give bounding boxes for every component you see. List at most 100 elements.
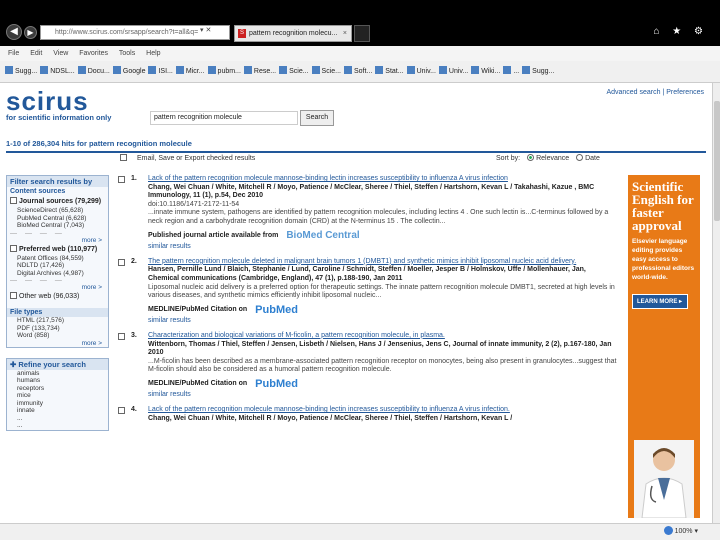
source-item[interactable]: NDLTD (17,426) — [7, 262, 108, 270]
tab-title: pattern recognition molecu... — [249, 30, 338, 37]
refine-item[interactable]: ... — [7, 422, 108, 430]
source-item[interactable]: BioMed Central (7,043) — [7, 222, 108, 230]
similar-results-link[interactable]: similar results — [148, 317, 618, 326]
result-title[interactable]: The pattern recognition molecule deleted… — [148, 258, 618, 267]
forward-button[interactable]: ▶ — [24, 26, 37, 39]
search-input[interactable]: pattern recognition molecule — [150, 111, 298, 125]
favorite-item[interactable]: Soft... — [344, 61, 372, 82]
favorite-icon — [522, 66, 531, 74]
zoom-control[interactable]: 100% ▾ — [663, 524, 698, 540]
refine-item[interactable]: innate — [7, 407, 108, 415]
pubmed-logo[interactable]: PubMed — [255, 304, 298, 315]
menu-view[interactable]: View — [53, 50, 68, 57]
favorite-icon — [77, 66, 86, 74]
favorite-item[interactable]: Wiki... — [471, 61, 500, 82]
favorite-item[interactable]: ISI... — [148, 61, 173, 82]
favorite-label: Scie... — [289, 68, 309, 75]
source-item[interactable]: ScienceDirect (65,628) — [7, 207, 108, 215]
favorite-item[interactable]: Sugg... — [522, 61, 555, 82]
refine-item[interactable]: ... — [7, 415, 108, 423]
favorite-item[interactable]: pubm... — [207, 61, 241, 82]
more-link[interactable]: more > — [7, 340, 108, 347]
result-checkbox[interactable] — [118, 407, 125, 415]
favorite-item[interactable]: Rese... — [243, 61, 276, 82]
refine-item[interactable]: animals — [7, 370, 108, 378]
other-web-filter[interactable]: Other web (96,033) — [7, 291, 108, 302]
result-checkbox[interactable] — [118, 332, 125, 340]
biomed-central-logo[interactable]: BioMed Central — [286, 230, 359, 241]
result-checkbox[interactable] — [118, 258, 125, 266]
learn-more-button[interactable]: LEARN MORE ▸ — [632, 294, 688, 309]
source-item[interactable]: Digital Archives (4,987) — [7, 270, 108, 278]
menu-tools[interactable]: Tools — [119, 50, 135, 57]
favorite-item[interactable]: Stat... — [375, 61, 404, 82]
back-button[interactable]: ◀ — [6, 24, 22, 40]
favorite-icon — [112, 66, 121, 74]
close-tab-icon[interactable]: × — [343, 26, 347, 41]
favorite-icon — [471, 66, 480, 74]
result-item: 2. The pattern recognition molecule dele… — [118, 258, 618, 326]
other-web-checkbox[interactable] — [10, 292, 17, 299]
advertisement-banner[interactable]: Scientific English for faster approval E… — [628, 175, 700, 518]
favorite-item[interactable]: Google — [112, 61, 145, 82]
similar-results-link[interactable]: similar results — [148, 243, 618, 252]
divider: — — — — — [10, 277, 65, 284]
sort-relevance-radio[interactable] — [527, 154, 535, 161]
vertical-scrollbar[interactable] — [712, 83, 720, 523]
more-link[interactable]: more > — [7, 284, 108, 291]
favorite-item[interactable]: Scie... — [279, 61, 309, 82]
file-type-item[interactable]: HTML (217,576) — [7, 317, 108, 325]
favorite-label: Micr... — [185, 68, 205, 75]
menu-file[interactable]: File — [8, 50, 19, 57]
refine-item[interactable]: receptors — [7, 385, 108, 393]
sort-date-radio[interactable] — [576, 154, 584, 161]
favorite-label: Sugg... — [532, 68, 555, 75]
doctor-illustration-icon — [634, 440, 694, 518]
home-favorites-settings-icons[interactable]: ⌂ ★ ⚙ — [653, 26, 708, 37]
favorite-item[interactable]: NDSL... — [40, 61, 75, 82]
result-title[interactable]: Lack of the pattern recognition molecule… — [148, 175, 618, 184]
refine-item[interactable]: immunity — [7, 400, 108, 408]
favorite-icon — [311, 66, 320, 74]
source-item[interactable]: Patent Offices (84,559) — [7, 255, 108, 263]
similar-results-link[interactable]: similar results — [148, 391, 618, 400]
preferred-web-filter[interactable]: Preferred web (110,977) — [7, 244, 108, 255]
pubmed-logo[interactable]: PubMed — [255, 378, 298, 389]
favorite-item[interactable]: Scie... — [311, 61, 341, 82]
favorite-item[interactable]: Univ... — [438, 61, 468, 82]
scirus-logo[interactable]: scirus for scientific information only — [6, 88, 111, 122]
select-all-checkbox[interactable] — [120, 154, 127, 161]
result-title[interactable]: Lack of the pattern recognition molecule… — [148, 406, 618, 415]
menu-help[interactable]: Help — [146, 50, 160, 57]
refine-item[interactable]: humans — [7, 377, 108, 385]
result-item: 3. Characterization and biological varia… — [118, 332, 618, 400]
scrollbar-thumb[interactable] — [714, 101, 720, 221]
preferences-link[interactable]: Preferences — [666, 89, 704, 96]
more-link[interactable]: more > — [7, 237, 108, 244]
advanced-search-link[interactable]: Advanced search — [606, 89, 660, 96]
search-button[interactable]: Search — [300, 110, 334, 126]
favorite-icon — [40, 66, 49, 74]
refine-title-text: Refine your search — [18, 359, 86, 369]
menu-favorites[interactable]: Favorites — [79, 50, 108, 57]
favorite-item[interactable]: Univ... — [406, 61, 436, 82]
new-tab-button[interactable] — [354, 25, 370, 42]
favorite-item[interactable]: ... — [503, 61, 519, 82]
preferred-web-checkbox[interactable] — [10, 244, 17, 252]
published-label: MEDLINE/PubMed Citation on — [148, 305, 248, 313]
file-type-item[interactable]: PDF (133,734) — [7, 325, 108, 333]
favorite-item[interactable]: Micr... — [175, 61, 205, 82]
source-item[interactable]: PubMed Central (6,628) — [7, 215, 108, 223]
file-type-item[interactable]: Word (858) — [7, 332, 108, 340]
result-checkbox[interactable] — [118, 176, 125, 183]
favorite-item[interactable]: Docu... — [77, 61, 110, 82]
result-title[interactable]: Characterization and biological variatio… — [148, 332, 618, 341]
journal-sources-filter[interactable]: Journal sources (79,299) — [7, 196, 108, 207]
browser-tab[interactable]: S pattern recognition molecu... × — [234, 25, 352, 42]
menu-edit[interactable]: Edit — [30, 50, 42, 57]
export-link[interactable]: Email, Save or Export checked results — [137, 155, 255, 162]
refine-item[interactable]: mice — [7, 392, 108, 400]
address-bar-icons[interactable]: ▾ ✕ — [200, 26, 211, 34]
favorite-item[interactable]: Sugg... — [5, 61, 37, 82]
journal-sources-checkbox[interactable] — [10, 197, 17, 204]
